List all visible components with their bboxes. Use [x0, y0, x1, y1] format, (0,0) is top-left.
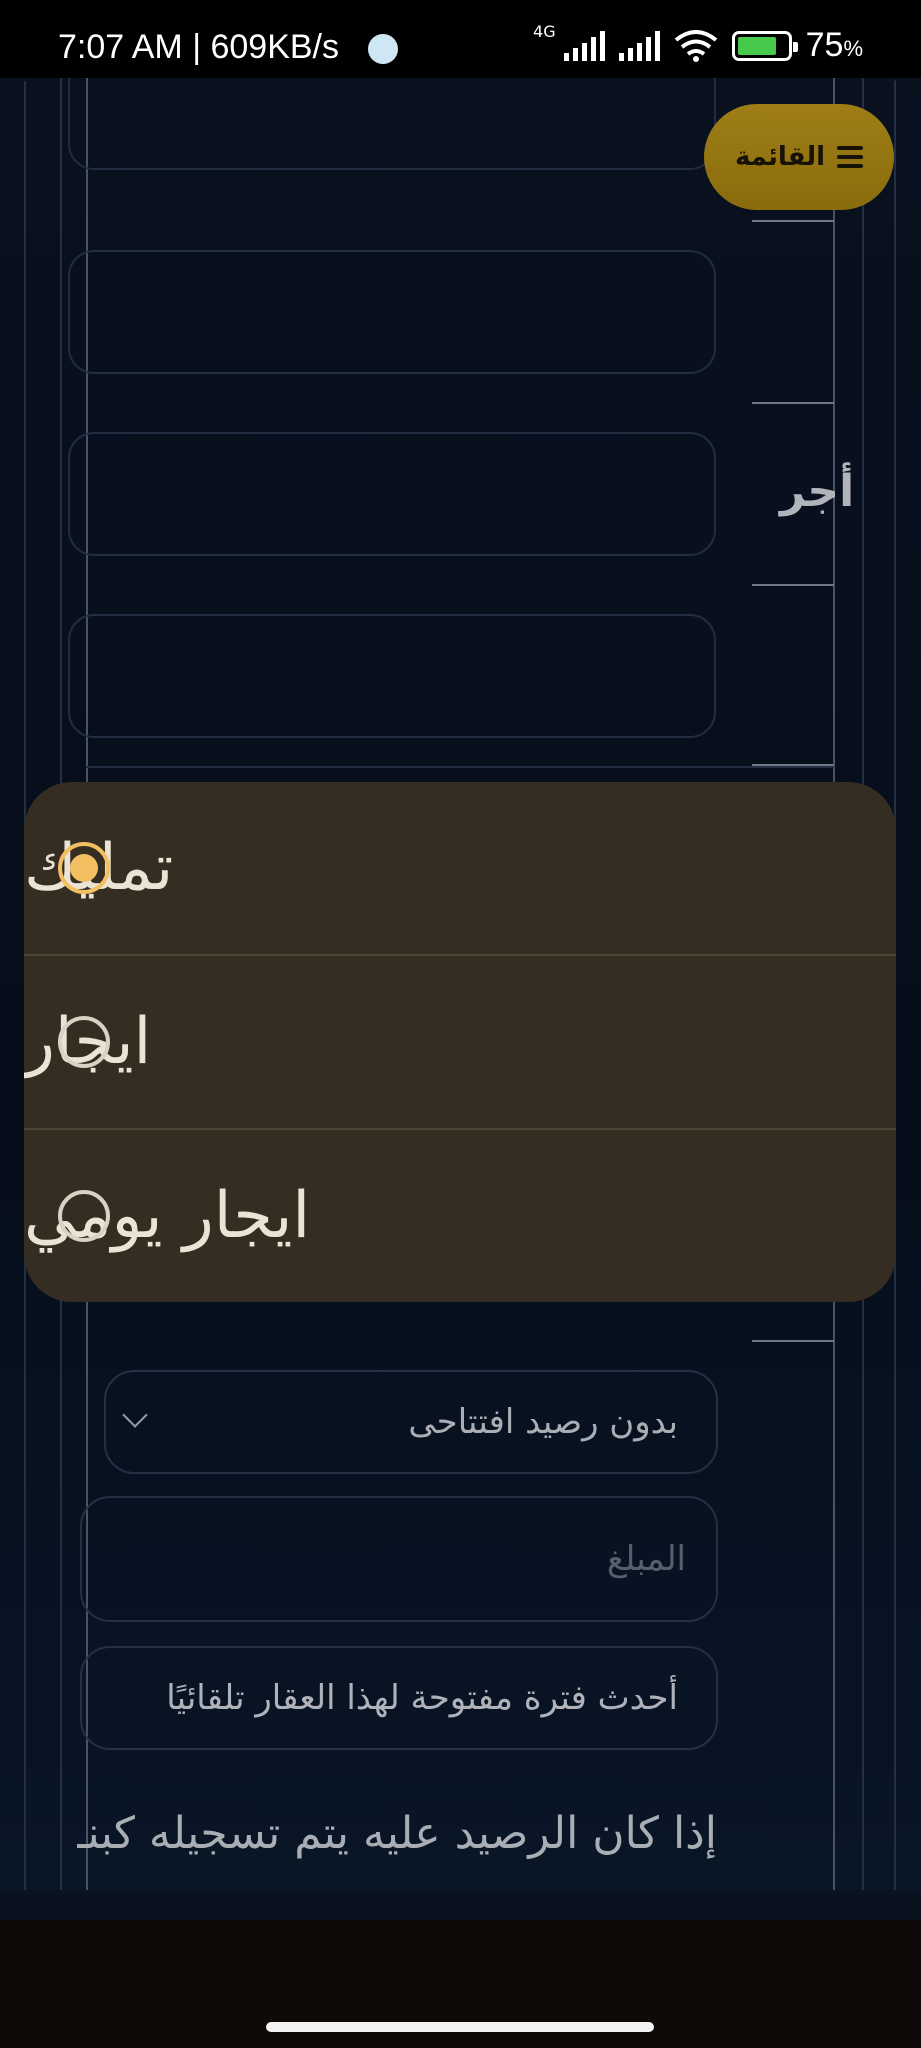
- battery-icon: [731, 30, 798, 61]
- app-screen: أجر القائمة بدون رصيد افتتاحى المبلغ أحد…: [0, 78, 921, 1920]
- home-indicator[interactable]: [266, 2022, 654, 2032]
- option-rent[interactable]: ايجار: [24, 954, 896, 1128]
- navigation-bar: [0, 1920, 921, 2048]
- radio-selected-icon[interactable]: [58, 842, 110, 894]
- battery-level: 75%: [805, 26, 863, 64]
- option-ownership[interactable]: تمليك: [24, 782, 896, 954]
- network-type: 4G: [533, 22, 556, 41]
- status-time: 7:07 AM | 609KB/s: [58, 28, 339, 66]
- radio-empty-icon[interactable]: [58, 1190, 110, 1242]
- status-bar: 7:07 AM | 609KB/s 4G 75%: [0, 0, 921, 78]
- signal-icon: [563, 30, 605, 61]
- contract-type-popup: تمليك ايجار ايجار يومي: [24, 782, 896, 1302]
- signal-icon-2: [618, 30, 660, 61]
- wifi-icon: [674, 29, 717, 62]
- status-icons: 4G 75%: [533, 22, 863, 65]
- notification-icon: [368, 34, 398, 64]
- radio-empty-icon[interactable]: [58, 1016, 110, 1068]
- option-daily-rent[interactable]: ايجار يومي: [24, 1128, 896, 1302]
